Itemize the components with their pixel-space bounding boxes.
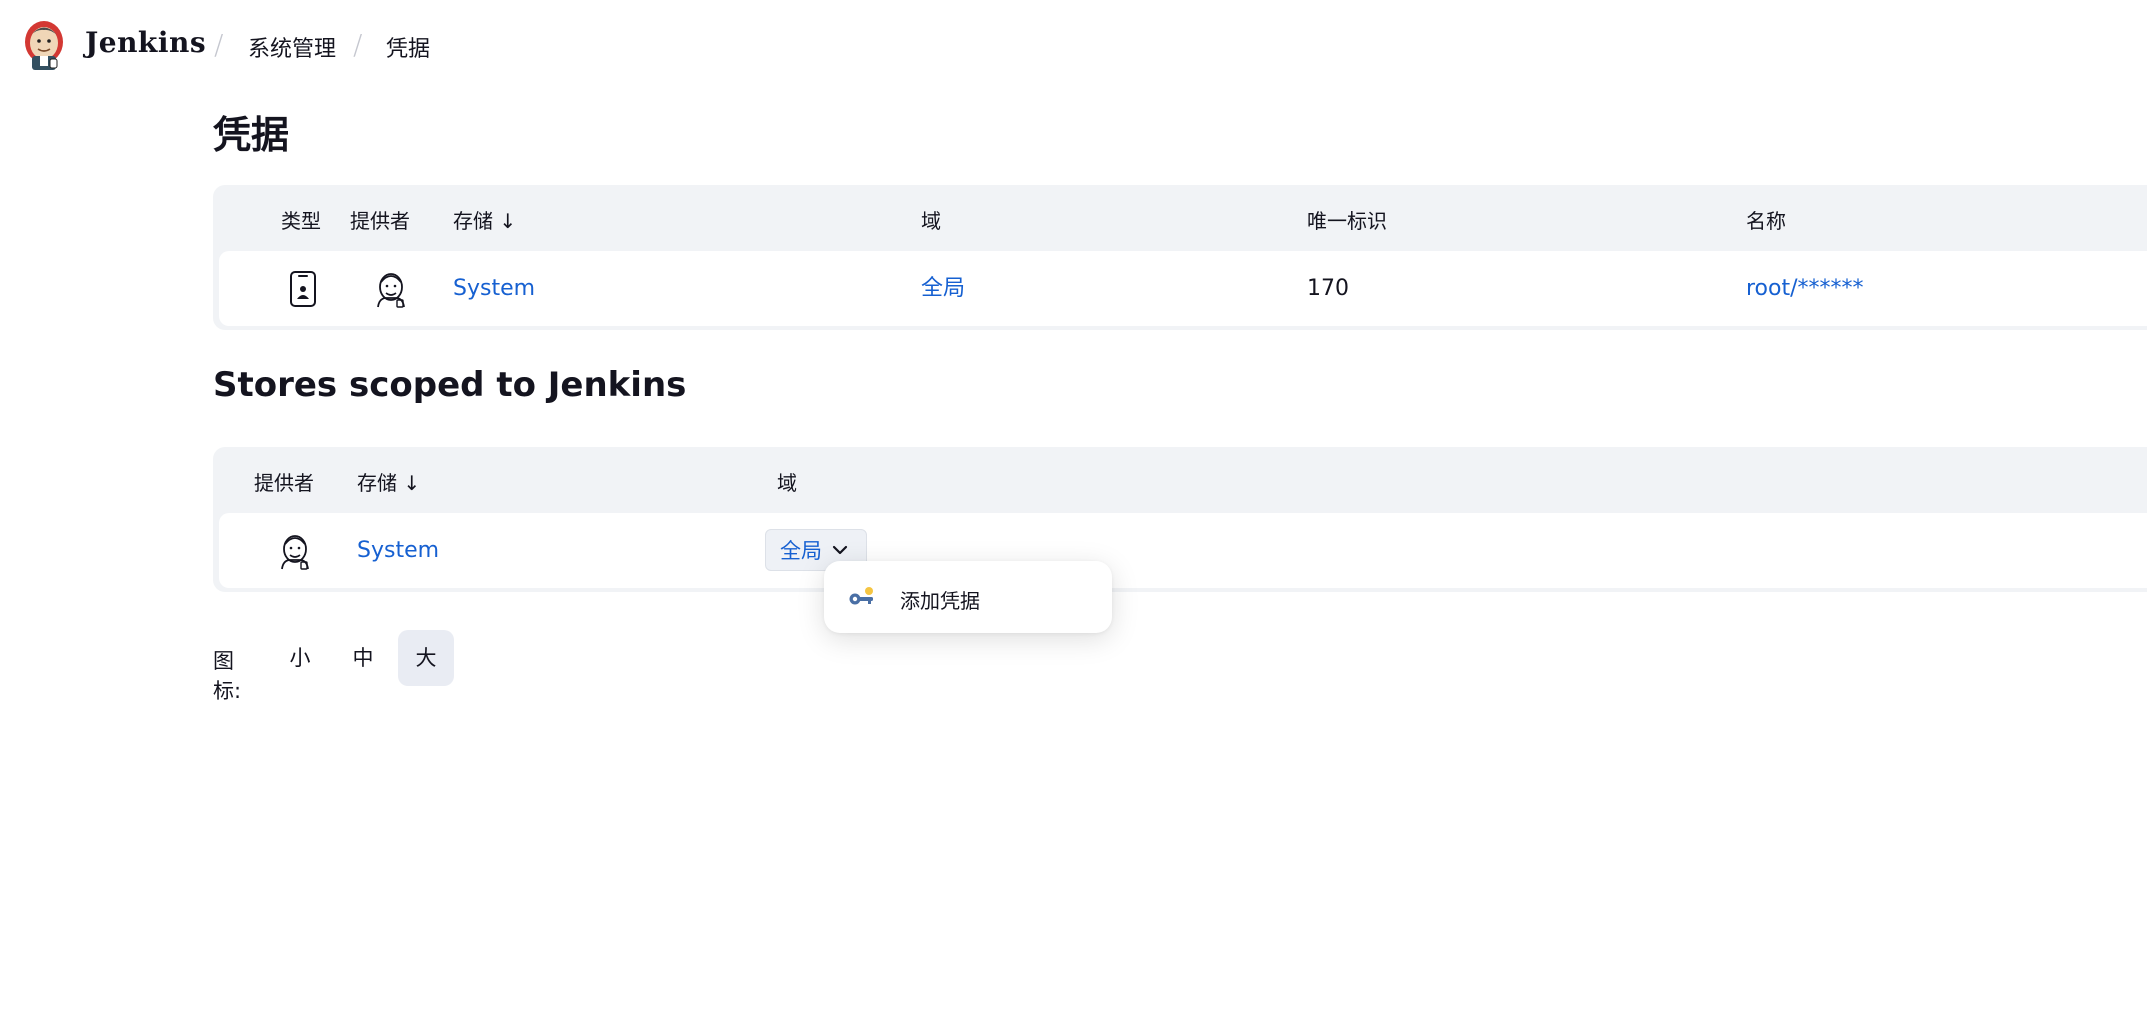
domain-dropdown-label: 全局 (780, 539, 822, 563)
table-header: 类型 提供者 存储 ↓ 域 唯一标识 名称 (219, 191, 2147, 251)
domain-link[interactable]: 全局 (921, 251, 965, 326)
stores-table: 提供者 存储 ↓ 域 System 全局 (213, 447, 2147, 592)
column-domain[interactable]: 域 (921, 191, 941, 251)
column-store-sort[interactable]: 存储 ↓ (453, 191, 516, 251)
credential-id: 170 (1307, 276, 1349, 301)
table-header: 提供者 存储 ↓ 域 (219, 453, 2147, 513)
breadcrumb-separator: / (214, 28, 224, 61)
icon-size-label: 图标: (213, 649, 242, 703)
chevron-down-icon (832, 545, 848, 555)
menu-item-label: 添加凭据 (900, 589, 980, 613)
jenkins-provider-icon (275, 513, 315, 588)
jenkins-provider-icon (371, 251, 411, 326)
table-row: System 全局 (219, 513, 2147, 588)
jenkins-logo-icon[interactable] (22, 18, 66, 72)
top-header: Jenkins / 系统管理 / 凭据 (0, 0, 2147, 90)
mobile-credential-icon (285, 251, 321, 326)
table-row: System 全局 170 root/****** (219, 251, 2147, 326)
column-id[interactable]: 唯一标识 (1307, 191, 1387, 251)
breadcrumb-credentials[interactable]: 凭据 (386, 31, 430, 63)
column-type: 类型 (281, 209, 321, 233)
credentials-table: 类型 提供者 存储 ↓ 域 唯一标识 名称 System 全局 170 root… (213, 185, 2147, 330)
column-domain: 域 (777, 471, 797, 495)
brand-name[interactable]: Jenkins (85, 26, 206, 59)
column-provider: 提供者 (254, 471, 314, 495)
credential-name-link[interactable]: root/****** (1746, 251, 1864, 326)
domain-dropdown-menu: 添加凭据 (824, 561, 1112, 633)
breadcrumb-separator: / (353, 28, 363, 61)
menu-item-add-credential[interactable]: 添加凭据 (834, 571, 1102, 623)
icon-size-medium[interactable]: 中 (335, 630, 391, 686)
column-name[interactable]: 名称 (1746, 191, 1786, 251)
add-credential-key-icon (849, 587, 873, 605)
column-provider: 提供者 (350, 209, 410, 233)
column-store-sort[interactable]: 存储 ↓ (357, 453, 420, 513)
section-title: Stores scoped to Jenkins (213, 365, 687, 405)
store-link[interactable]: System (453, 251, 535, 326)
breadcrumb-system-admin[interactable]: 系统管理 (248, 31, 336, 63)
icon-size-small[interactable]: 小 (272, 630, 328, 686)
icon-size-large[interactable]: 大 (398, 630, 454, 686)
store-link[interactable]: System (357, 513, 439, 588)
page-title: 凭据 (213, 113, 290, 157)
